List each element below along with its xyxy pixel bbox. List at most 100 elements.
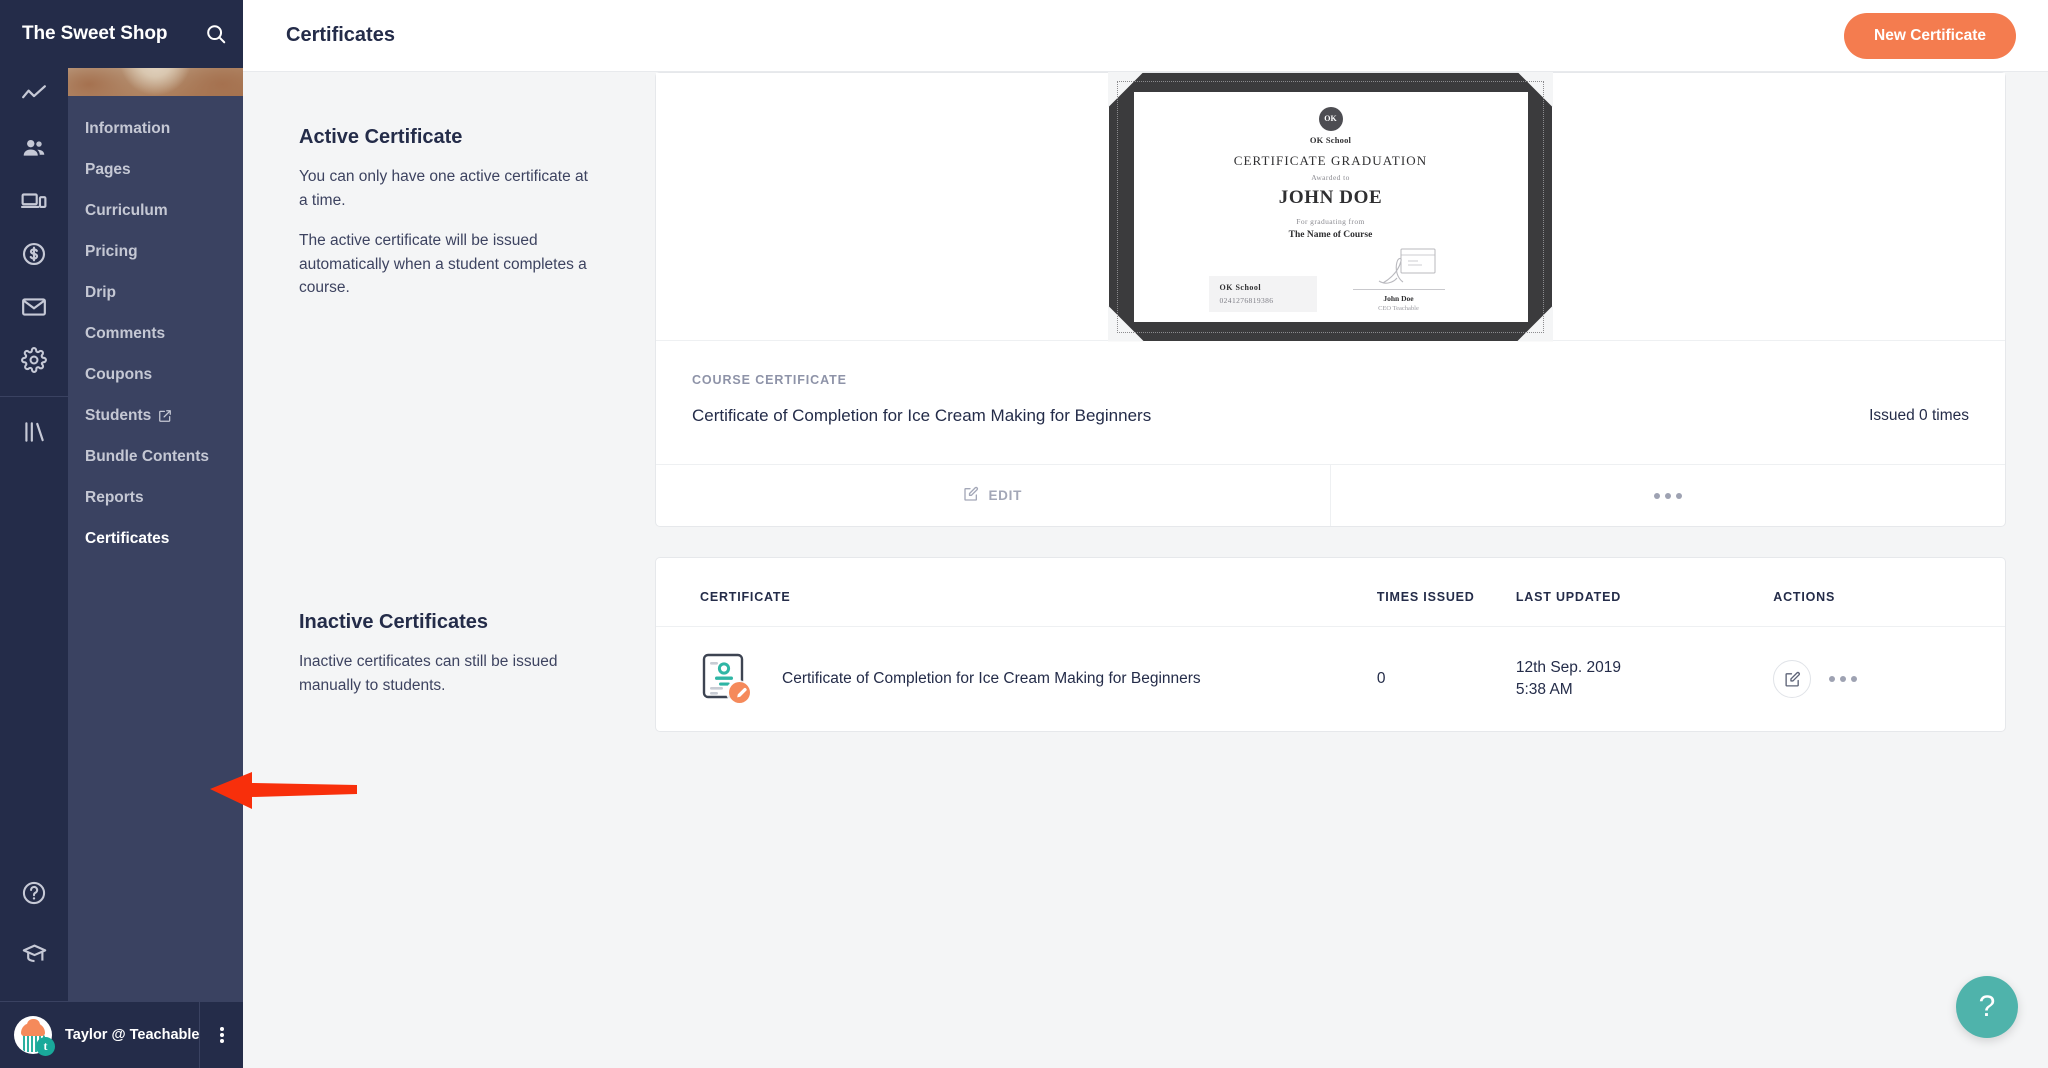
- analytics-icon[interactable]: [0, 68, 68, 121]
- certificate-school: OK School: [1309, 134, 1352, 145]
- inactive-certificates-paragraph: Inactive certificates can still be issue…: [299, 653, 558, 694]
- new-certificate-button[interactable]: New Certificate: [1844, 12, 2016, 59]
- users-icon[interactable]: [0, 121, 68, 174]
- edit-icon: [963, 486, 979, 505]
- table-row[interactable]: Certificate of Completion for Ice Cream …: [656, 626, 2005, 731]
- row-actions: [1773, 660, 2005, 698]
- active-certificate-info: COURSE CERTIFICATE Certificate of Comple…: [656, 341, 2005, 464]
- signer-role: CEO Teachable: [1378, 304, 1419, 312]
- content-scroll: Active Certificate You can only have one…: [243, 72, 2048, 1068]
- active-certificate-paragraph-2: The active certificate will be issued au…: [299, 232, 587, 297]
- sidebar-nav: Information Pages Curriculum Pricing Dri…: [68, 96, 243, 559]
- courses-icon[interactable]: [0, 405, 68, 458]
- cell-times-issued: 0: [1376, 626, 1516, 731]
- active-certificate-actions: EDIT: [656, 464, 2005, 526]
- course-sidebar: The Sweet Shop Preview Information Pages…: [0, 0, 243, 1068]
- last-updated-time: 5:38 AM: [1515, 681, 1573, 698]
- cell-actions: [1773, 626, 2005, 731]
- sidebar-item-coupons[interactable]: Coupons: [68, 354, 243, 395]
- sidebar-item-curriculum[interactable]: Curriculum: [68, 190, 243, 231]
- sidebar-item-label: Bundle Contents: [85, 447, 209, 465]
- row-more-actions-button[interactable]: [1829, 676, 1858, 682]
- active-certificate-text: COURSE CERTIFICATE Certificate of Comple…: [692, 373, 1151, 426]
- top-bar: Certificates New Certificate: [243, 0, 2048, 72]
- rail-icon-list: [0, 68, 68, 458]
- certificate-signature-block: John Doe CEO Teachable: [1345, 246, 1453, 312]
- certificate-graduating-label: For graduating from: [1296, 216, 1365, 226]
- brand-title: The Sweet Shop: [22, 23, 168, 44]
- inactive-certificates-aside: Inactive Certificates Inactive certifica…: [243, 557, 655, 732]
- sidebar-item-reports[interactable]: Reports: [68, 477, 243, 518]
- school-seal: OK: [1318, 106, 1343, 131]
- certificate-code-number: 0241276819386: [1219, 295, 1274, 305]
- sidebar-item-students[interactable]: Students: [68, 395, 243, 436]
- sidebar-item-bundle-contents[interactable]: Bundle Contents: [68, 436, 243, 477]
- row-edit-button[interactable]: [1773, 660, 1812, 698]
- sidebar-item-pages[interactable]: Pages: [68, 149, 243, 190]
- sidebar-item-label: Certificates: [85, 529, 170, 547]
- email-icon[interactable]: [0, 280, 68, 333]
- table-body: Certificate of Completion for Ice Cream …: [656, 626, 2005, 731]
- certificate-awarded-label: Awarded to: [1311, 172, 1350, 182]
- teachable-badge: t: [36, 1037, 55, 1056]
- sidebar-item-certificates[interactable]: Certificates: [68, 518, 243, 559]
- sidebar-item-comments[interactable]: Comments: [68, 313, 243, 354]
- column-header-certificate: CERTIFICATE: [700, 590, 791, 604]
- certificate-preview-area: OK OK School CERTIFICATE GRADUATION Awar…: [656, 72, 2005, 342]
- help-fab-button[interactable]: ?: [1956, 976, 2018, 1038]
- certificate-document-icon: [700, 651, 756, 707]
- course-certificate-eyebrow: COURSE CERTIFICATE: [692, 373, 847, 387]
- certificate-cell: Certificate of Completion for Ice Cream …: [700, 651, 1377, 707]
- graduation-cap-icon[interactable]: [0, 927, 68, 980]
- certificate-course-name: The Name of Course: [1288, 229, 1373, 240]
- certificate-code-school: OK School: [1219, 282, 1262, 292]
- user-bar: t Taylor @ Teachable: [0, 1001, 243, 1068]
- sidebar-item-label: Drip: [85, 283, 116, 301]
- user-name: Taylor @ Teachable: [65, 1027, 200, 1043]
- sidebar-item-pricing[interactable]: Pricing: [68, 231, 243, 272]
- column-header-times-issued: TIMES ISSUED: [1376, 590, 1475, 604]
- page-title: Certificates: [286, 24, 395, 46]
- sidebar-item-drip[interactable]: Drip: [68, 272, 243, 313]
- certificate-heading: CERTIFICATE GRADUATION: [1233, 152, 1428, 168]
- rail-bottom-icons: [0, 866, 68, 980]
- user-menu-button[interactable]: [199, 1001, 243, 1068]
- edit-label: EDIT: [988, 488, 1023, 503]
- table-head: CERTIFICATE TIMES ISSUED LAST UPDATED AC…: [656, 558, 2005, 627]
- active-certificate-name: Certificate of Completion for Ice Cream …: [692, 406, 1152, 425]
- cell-last-updated: 12th Sep. 2019 5:38 AM: [1515, 626, 1774, 731]
- icon-rail: [0, 0, 68, 1068]
- certificate-body: OK OK School CERTIFICATE GRADUATION Awar…: [1133, 91, 1528, 322]
- help-circle-icon[interactable]: [0, 866, 68, 919]
- active-certificate-section: Active Certificate You can only have one…: [243, 72, 2048, 527]
- app-root: The Sweet Shop Preview Information Pages…: [0, 0, 2048, 1068]
- inactive-certificates-section: Inactive Certificates Inactive certifica…: [243, 557, 2048, 732]
- certificate-row-name: Certificate of Completion for Ice Cream …: [782, 669, 1201, 687]
- active-certificate-paragraph-1: You can only have one active certificate…: [299, 168, 588, 209]
- avatar[interactable]: t: [14, 1016, 55, 1056]
- menu-dot: [219, 1039, 224, 1043]
- more-actions-button[interactable]: [1331, 465, 2006, 526]
- sidebar-header: The Sweet Shop: [0, 0, 243, 68]
- menu-dot: [219, 1033, 224, 1037]
- sales-icon[interactable]: [0, 227, 68, 280]
- rail-divider: [0, 396, 68, 397]
- inactive-certificates-title: Inactive Certificates: [299, 611, 488, 633]
- cupcake-top: [27, 1019, 40, 1027]
- column-header-actions: ACTIONS: [1773, 590, 1836, 604]
- search-icon[interactable]: [205, 23, 227, 45]
- sidebar-item-label: Coupons: [85, 365, 153, 383]
- certificate-code-block: OK School 0241276819386: [1208, 275, 1317, 312]
- inactive-certificates-table: CERTIFICATE TIMES ISSUED LAST UPDATED AC…: [656, 558, 2005, 731]
- signer-name: John Doe: [1383, 293, 1414, 303]
- external-link-icon: [158, 409, 172, 423]
- edit-button[interactable]: EDIT: [656, 465, 1331, 526]
- certificate-recipient: JOHN DOE: [1278, 186, 1383, 208]
- sidebar-item-information[interactable]: Information: [68, 108, 243, 149]
- settings-icon[interactable]: [0, 333, 68, 386]
- active-certificate-aside: Active Certificate You can only have one…: [243, 72, 655, 527]
- signature-line: [1352, 246, 1445, 290]
- site-icon[interactable]: [0, 174, 68, 227]
- column-header-last-updated: LAST UPDATED: [1515, 590, 1622, 604]
- sidebar-item-label: Pricing: [85, 242, 138, 260]
